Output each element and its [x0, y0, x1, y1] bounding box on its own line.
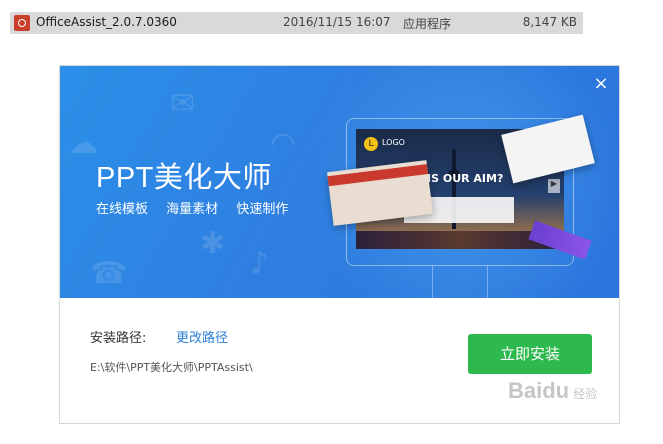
watermark-sub: 经验 — [573, 387, 598, 401]
file-size: 8,147 KB — [522, 15, 577, 29]
chevron-right-icon: ▶ — [548, 179, 560, 193]
feature-item: 快速制作 — [236, 202, 289, 217]
file-row[interactable]: OfficeAssist_2.0.7.0360 2016/11/15 16:07… — [10, 12, 583, 34]
installer-banner: ✉ ☁ ♪ ✱ ☎ ◠ × PPT美化大师 在线模板 海量素材 快速制作 L L… — [60, 66, 619, 298]
logo-text: LOGO — [382, 138, 405, 147]
file-type: 应用程序 — [403, 17, 452, 31]
change-path-link[interactable]: 更改路径 — [176, 327, 228, 346]
install-now-button[interactable]: 立即安装 — [468, 334, 592, 374]
watermark-text: Baidu — [508, 378, 570, 403]
monitor-stand — [432, 265, 488, 298]
bluetooth-icon: ✱ — [200, 226, 226, 261]
close-button[interactable]: × — [591, 74, 611, 94]
phone-icon: ☎ — [90, 256, 128, 291]
baidu-watermark: Baidu 经验 — [508, 378, 597, 404]
install-path-value: E:\软件\PPT美化大师\PPTAssist\ — [90, 361, 253, 374]
sms-icon: ✉ — [170, 86, 196, 121]
feature-item: 海量素材 — [166, 202, 219, 217]
feature-list: 在线模板 海量素材 快速制作 — [96, 198, 302, 217]
logo-badge: L — [364, 137, 378, 151]
wifi-icon: ◠ — [270, 126, 297, 161]
app-file-icon — [14, 15, 30, 31]
install-path-label: 安装路径: — [90, 331, 147, 346]
feature-item: 在线模板 — [96, 202, 149, 217]
file-date: 2016/11/15 16:07 — [283, 15, 391, 29]
app-title: PPT美化大师 — [96, 162, 272, 194]
music-icon: ♪ — [250, 246, 270, 281]
file-name: OfficeAssist_2.0.7.0360 — [36, 15, 177, 29]
installer-dialog: ✉ ☁ ♪ ✱ ☎ ◠ × PPT美化大师 在线模板 海量素材 快速制作 L L… — [59, 65, 620, 424]
cloud-icon: ☁ — [68, 126, 98, 161]
